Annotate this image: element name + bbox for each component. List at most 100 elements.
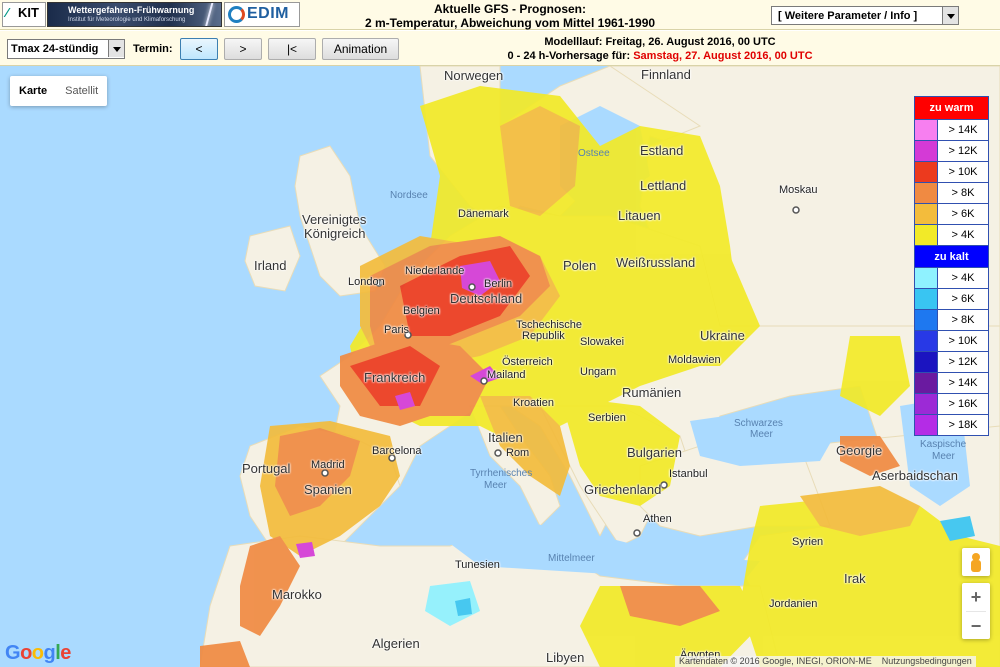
legend-row-cold: > 12K xyxy=(915,351,988,372)
chevron-down-icon[interactable] xyxy=(108,40,124,57)
label-oesterreich: Österreich xyxy=(502,356,553,368)
header-bar: ⁄ KIT Wettergefahren-Frühwarnung Institu… xyxy=(0,0,1000,30)
parameter-select-value: [ Weitere Parameter / Info ] xyxy=(778,10,918,22)
street-view-pegman-icon[interactable] xyxy=(962,548,990,576)
warning-banner-logo[interactable]: Wettergefahren-Frühwarnung Institut für … xyxy=(47,2,222,27)
forecast-label: 0 - 24 h-Vorhersage für: Samstag, 27. Au… xyxy=(420,49,900,63)
legend-label: > 14K xyxy=(948,124,978,136)
map-canvas[interactable]: Karte Satellit Norwegen Finnland Estland… xyxy=(0,66,1000,667)
map-type-map-button[interactable]: Karte xyxy=(10,76,56,106)
legend-row-cold: > 14K xyxy=(915,372,988,393)
label-niederlande: Niederlande xyxy=(405,265,465,277)
label-portugal: Portugal xyxy=(242,461,291,476)
label-moskau: Moskau xyxy=(779,184,818,196)
legend-swatch xyxy=(915,289,938,309)
cedim-ring-icon xyxy=(228,6,245,23)
terms-link[interactable]: Nutzungsbedingungen xyxy=(882,656,972,666)
label-tyrrh-line2: Meer xyxy=(484,480,507,491)
next-button[interactable]: > xyxy=(224,38,262,60)
parameter-select[interactable]: [ Weitere Parameter / Info ] xyxy=(771,6,959,25)
legend-swatch xyxy=(915,415,938,435)
legend-row-warm: > 4K xyxy=(915,224,988,245)
label-barcelona: Barcelona xyxy=(372,445,422,457)
title-line-2: 2 m-Temperatur, Abweichung vom Mittel 19… xyxy=(364,16,656,30)
label-madrid: Madrid xyxy=(311,459,345,471)
banner-subtitle: Institut für Meteorologie und Klimaforsc… xyxy=(68,17,186,23)
run-info: Modelllauf: Freitag, 26. August 2016, 00… xyxy=(420,35,900,63)
label-ostsee: Ostsee xyxy=(578,148,610,159)
toolbar: Tmax 24-stündig Termin: < > |< Animation… xyxy=(0,31,1000,66)
title-line-1: Aktuelle GFS - Prognosen: xyxy=(433,2,586,16)
label-slowakei: Slowakei xyxy=(580,336,625,348)
product-select[interactable]: Tmax 24-stündig xyxy=(7,39,125,59)
label-algerien: Algerien xyxy=(372,636,420,651)
label-weissrussland: Weißrussland xyxy=(616,255,696,270)
label-jordanien: Jordanien xyxy=(769,598,818,610)
legend-row-warm: > 6K xyxy=(915,203,988,224)
banner-title: Wettergefahren-Frühwarnung xyxy=(68,5,195,15)
label-ukraine: Ukraine xyxy=(700,328,745,343)
animation-button[interactable]: Animation xyxy=(322,38,399,60)
label-tunesien: Tunesien xyxy=(455,559,500,571)
zoom-control: + − xyxy=(962,583,990,639)
legend-row-cold: > 6K xyxy=(915,288,988,309)
label-frankreich: Frankreich xyxy=(364,370,426,385)
legend-swatch xyxy=(915,352,938,372)
legend-label: > 18K xyxy=(948,419,978,431)
legend-label: > 10K xyxy=(948,166,978,178)
cedim-logo-text: EDIM xyxy=(247,5,289,22)
label-aserbaidschan: Aserbaidschan xyxy=(872,468,958,483)
legend-row-cold: > 8K xyxy=(915,309,988,330)
label-spanien: Spanien xyxy=(304,482,352,497)
legend-label: > 4K xyxy=(951,272,975,284)
kit-logo-text: KIT xyxy=(18,5,39,20)
legend-label: > 12K xyxy=(948,356,978,368)
label-estland: Estland xyxy=(640,143,684,158)
label-rom: Rom xyxy=(506,447,530,459)
label-belgien: Belgien xyxy=(403,305,440,317)
legend-label: > 8K xyxy=(951,187,975,199)
forecast-prefix: 0 - 24 h-Vorhersage für: xyxy=(507,50,631,62)
termin-label: Termin: xyxy=(133,43,173,55)
label-nordsee: Nordsee xyxy=(390,190,428,201)
legend-swatch xyxy=(915,310,938,330)
legend-label: > 6K xyxy=(951,208,975,220)
legend-swatch xyxy=(915,141,938,161)
legend-label: > 4K xyxy=(951,229,975,241)
label-athen: Athen xyxy=(643,513,672,525)
map-type-satellite-button[interactable]: Satellit xyxy=(56,76,107,106)
label-irland: Irland xyxy=(254,258,287,273)
label-rumaenien: Rumänien xyxy=(622,385,682,400)
label-finnland: Finnland xyxy=(641,67,691,82)
label-polen: Polen xyxy=(563,258,597,273)
map-attribution: Kartendaten © 2016 Google, INEGI, ORION-… xyxy=(675,656,976,667)
label-tschechien-line2: Republik xyxy=(522,330,565,342)
legend-swatch xyxy=(915,331,938,351)
kit-logo[interactable]: ⁄ KIT xyxy=(2,2,46,27)
chevron-down-icon[interactable] xyxy=(942,7,958,24)
legend-swatch xyxy=(915,394,938,414)
model-run-label: Modelllauf: Freitag, 26. August 2016, 00… xyxy=(544,36,776,48)
label-serbien: Serbien xyxy=(588,412,626,424)
legend-swatch xyxy=(915,120,938,140)
label-paris: Paris xyxy=(384,324,410,336)
label-moldawien: Moldawien xyxy=(668,354,721,366)
legend: zu warm > 14K > 12K > 10K > 8K > 6K > 4K zu k… xyxy=(914,96,989,436)
prev-button[interactable]: < xyxy=(180,38,218,60)
legend-cold-rows: > 4K > 6K > 8K > 10K > 12K > 14K > 16K > 18K xyxy=(915,267,988,435)
lightning-icon xyxy=(204,3,214,26)
cedim-logo[interactable]: EDIM xyxy=(224,2,300,27)
google-logo[interactable]: Google xyxy=(5,642,71,665)
legend-row-warm: > 12K xyxy=(915,140,988,161)
label-schwarzes-line2: Meer xyxy=(750,429,773,440)
map-type-control: Karte Satellit xyxy=(10,76,108,106)
legend-label: > 6K xyxy=(951,293,975,305)
legend-row-cold: > 18K xyxy=(915,414,988,435)
label-mailand: Mailand xyxy=(487,369,526,381)
legend-row-warm: > 10K xyxy=(915,161,988,182)
zoom-out-button[interactable]: − xyxy=(962,612,990,640)
label-libyen: Libyen xyxy=(546,650,585,665)
first-button[interactable]: |< xyxy=(268,38,316,60)
zoom-in-button[interactable]: + xyxy=(962,583,990,611)
label-uk-line2: Königreich xyxy=(304,226,366,241)
